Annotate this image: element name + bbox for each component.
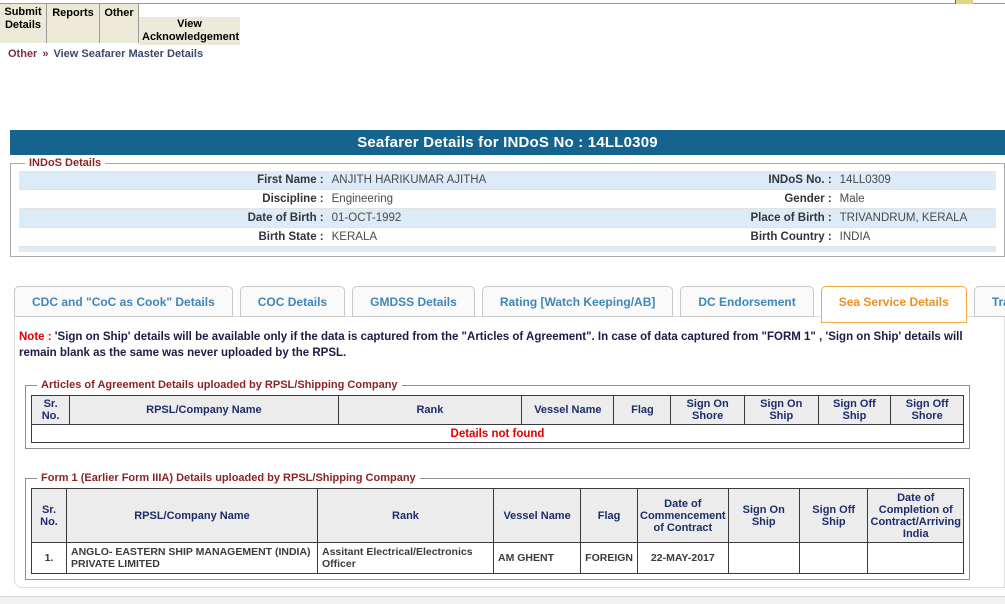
sea-service-panel: Note : 'Sign on Ship' details will be av…	[14, 316, 1005, 588]
table-cell: ANGLO- EASTERN SHIP MANAGEMENT (INDIA) P…	[67, 543, 318, 574]
field-value: INDIA	[840, 231, 996, 243]
menu-item-view-acknowledgement[interactable]: View Acknowledgement	[139, 17, 240, 45]
tab-coc-details[interactable]: COC Details	[240, 286, 345, 317]
details-not-found-message: Details not found	[32, 425, 964, 443]
browser-chrome-remnant	[0, 0, 1005, 4]
field-value: KERALA	[332, 231, 625, 243]
column-header-flag: Flag	[614, 396, 671, 425]
column-header-sr-no: Sr. No.	[32, 489, 67, 543]
column-header-sign-on-ship: Sign On Ship	[744, 396, 818, 425]
table-cell	[868, 543, 964, 574]
breadcrumb-separator: »	[42, 48, 48, 60]
table-header-row: Sr. No.RPSL/Company NameRankVessel NameF…	[32, 396, 964, 425]
articles-legend: Articles of Agreement Details uploaded b…	[37, 379, 402, 391]
tab-sea-service-details[interactable]: Sea Service Details	[821, 286, 967, 323]
table-row: 1.ANGLO- EASTERN SHIP MANAGEMENT (INDIA)…	[32, 543, 964, 574]
menu-item-submit-details[interactable]: Submit Details	[0, 4, 47, 43]
column-header-sign-off-ship: Sign Off Ship	[799, 489, 868, 543]
form1-fieldset: Form 1 (Earlier Form IIIA) Details uploa…	[25, 472, 970, 580]
column-header-rank: Rank	[338, 396, 522, 425]
chrome-speck	[955, 0, 973, 4]
breadcrumb-parent[interactable]: Other	[8, 48, 37, 60]
table-cell: AM GHENT	[494, 543, 581, 574]
indos-details-fieldset: INDoS Details First Name :ANJITH HARIKUM…	[10, 157, 1005, 257]
column-header-sign-on-shore: Sign On Shore	[671, 396, 745, 425]
main-menubar: Submit DetailsReportsOtherView Acknowled…	[0, 4, 1005, 45]
note-prefix: Note :	[19, 331, 52, 343]
tab-gmdss-details[interactable]: GMDSS Details	[352, 286, 475, 317]
field-label: INDoS No. :	[625, 174, 840, 186]
column-header-sr-no: Sr. No.	[32, 396, 70, 425]
footer-strip	[0, 596, 1005, 604]
menu-item-reports[interactable]: Reports	[47, 4, 100, 43]
tab-rating-watch-keeping-ab[interactable]: Rating [Watch Keeping/AB]	[482, 286, 674, 317]
column-header-rpsl-company-name: RPSL/Company Name	[67, 489, 318, 543]
column-header-sign-off-shore: Sign Off Shore	[891, 396, 964, 425]
note-text: 'Sign on Ship' details will be available…	[19, 331, 963, 359]
articles-of-agreement-fieldset: Articles of Agreement Details uploaded b…	[25, 379, 970, 449]
field-label: Birth Country :	[625, 231, 840, 243]
column-header-rpsl-company-name: RPSL/Company Name	[70, 396, 338, 425]
tab-dc-endorsement[interactable]: DC Endorsement	[680, 286, 813, 317]
table-cell: 22-MAY-2017	[638, 543, 729, 574]
column-header-date-of-commencement-of-contract: Date of Commencement of Contract	[638, 489, 729, 543]
table-cell	[799, 543, 868, 574]
table-header-row: Sr. No.RPSL/Company NameRankVessel NameF…	[32, 489, 964, 543]
indos-details-legend: INDoS Details	[25, 157, 105, 169]
column-header-flag: Flag	[581, 489, 638, 543]
field-value: ANJITH HARIKUMAR AJITHA	[332, 174, 625, 186]
sign-on-ship-note: Note : 'Sign on Ship' details will be av…	[19, 329, 994, 361]
breadcrumb-current: View Seafarer Master Details	[53, 48, 203, 60]
empty-row: Details not found	[32, 425, 964, 443]
indos-row: Date of Birth :01-OCT-1992Place of Birth…	[19, 209, 996, 228]
form1-table: Sr. No.RPSL/Company NameRankVessel NameF…	[31, 488, 964, 574]
column-header-vessel-name: Vessel Name	[522, 396, 614, 425]
indos-details-rows: First Name :ANJITH HARIKUMAR AJITHAINDoS…	[19, 171, 996, 247]
column-header-date-of-completion-of-contract-arriving-india: Date of Completion of Contract/Arriving …	[868, 489, 964, 543]
column-header-sign-off-ship: Sign Off Ship	[818, 396, 891, 425]
field-label: First Name :	[19, 174, 332, 186]
indos-bottom-pad	[19, 247, 996, 252]
column-header-rank: Rank	[317, 489, 493, 543]
field-value: TRIVANDRUM, KERALA	[840, 212, 996, 224]
field-label: Birth State :	[19, 231, 332, 243]
table-cell: 1.	[32, 543, 67, 574]
indos-row: Discipline :EngineeringGender :Male	[19, 190, 996, 209]
articles-of-agreement-table: Sr. No.RPSL/Company NameRankVessel NameF…	[31, 395, 964, 443]
table-cell	[728, 543, 799, 574]
menu-item-other[interactable]: Other	[100, 4, 139, 43]
table-cell: Assitant Electrical/Electronics Officer	[317, 543, 493, 574]
field-label: Date of Birth :	[19, 212, 332, 224]
breadcrumb: Other » View Seafarer Master Details	[8, 48, 1005, 60]
tab-training-details[interactable]: Training Details	[974, 286, 1005, 317]
page-title: Seafarer Details for INDoS No : 14LL0309	[10, 130, 1005, 155]
table-cell: FOREIGN	[581, 543, 638, 574]
detail-tabs: CDC and "CoC as Cook" DetailsCOC Details…	[14, 286, 1005, 317]
field-value: 01-OCT-1992	[332, 212, 625, 224]
indos-row: First Name :ANJITH HARIKUMAR AJITHAINDoS…	[19, 171, 996, 190]
field-value: Male	[840, 193, 996, 205]
form1-legend: Form 1 (Earlier Form IIIA) Details uploa…	[37, 472, 420, 484]
indos-row: Birth State :KERALABirth Country :INDIA	[19, 228, 996, 247]
field-value: 14LL0309	[840, 174, 996, 186]
tab-cdc-and-coc-as-cook-details[interactable]: CDC and "CoC as Cook" Details	[14, 286, 233, 317]
field-label: Gender :	[625, 193, 840, 205]
field-label: Place of Birth :	[625, 212, 840, 224]
column-header-sign-on-ship: Sign On Ship	[728, 489, 799, 543]
field-label: Discipline :	[19, 193, 332, 205]
column-header-vessel-name: Vessel Name	[494, 489, 581, 543]
field-value: Engineering	[332, 193, 625, 205]
